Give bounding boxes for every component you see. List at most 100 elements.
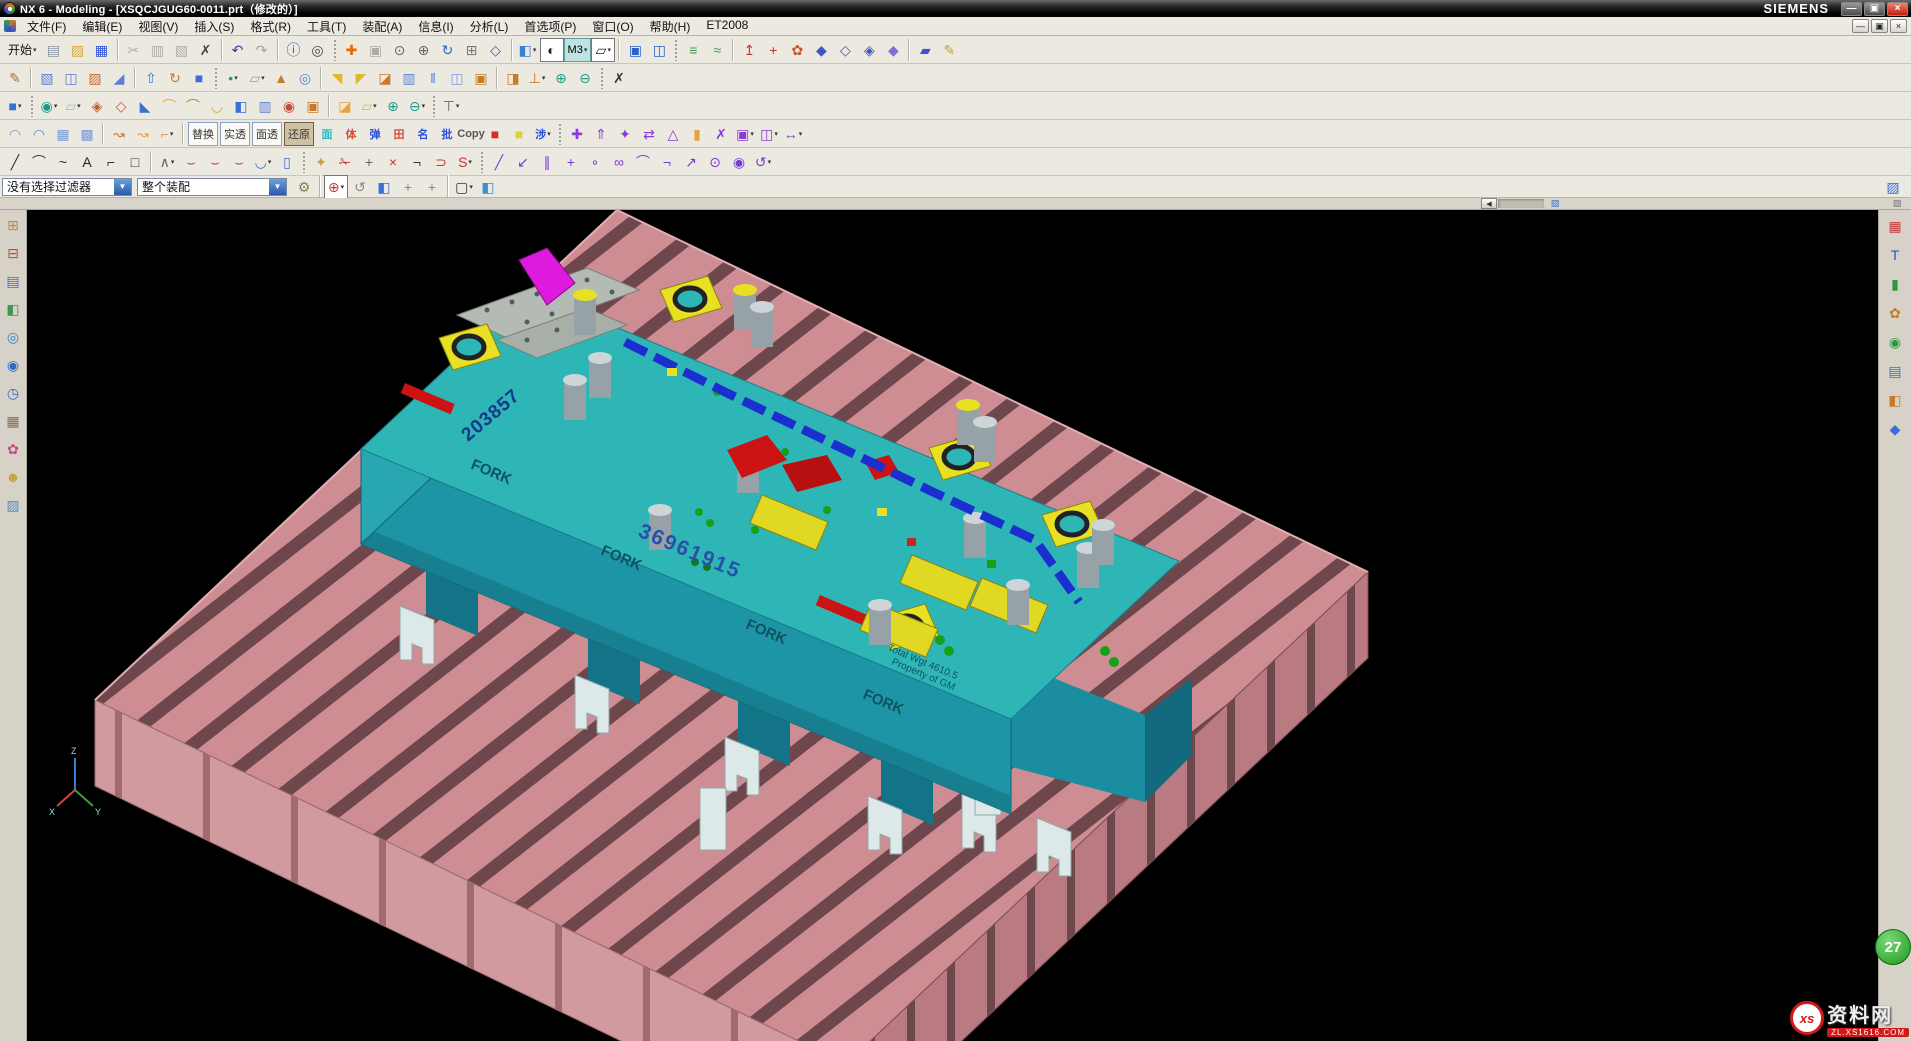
part-navigator-icon[interactable]: ▤ [2, 270, 24, 292]
edit-display-icon[interactable]: ◆ [881, 38, 905, 62]
measure-distance-icon[interactable]: ▰ [913, 38, 937, 62]
section-cube-icon[interactable]: ◫ [445, 66, 469, 90]
rectangle-select-icon[interactable]: ▢▾ [452, 175, 476, 199]
split-body-icon[interactable]: ⊥▾ [525, 66, 549, 90]
pan-view-icon[interactable]: ⊞ [460, 38, 484, 62]
snap-target-icon[interactable]: + [396, 175, 420, 199]
subtract2-icon-dropdown[interactable]: ▾ [422, 102, 426, 110]
name-char-icon[interactable]: 名 [411, 122, 435, 146]
open-file-icon[interactable]: ▨ [66, 38, 90, 62]
datum-plane-icon-dropdown[interactable]: ▾ [261, 74, 265, 82]
step-surface-icon-dropdown[interactable]: ▾ [170, 130, 174, 138]
polyline-icon-dropdown[interactable]: ▾ [171, 158, 175, 166]
face-curve-icon[interactable]: ◡▾ [251, 150, 275, 174]
menu-edit[interactable]: 编辑(E) [74, 17, 130, 36]
annotation-pencil-icon[interactable]: ✎ [937, 38, 961, 62]
sketch-circle-arrow-icon[interactable]: ↺▾ [751, 150, 775, 174]
fillet2-icon[interactable]: ⌣ [203, 150, 227, 174]
selection-filter-combo[interactable]: 没有选择过滤器 ▼ [2, 178, 132, 196]
hole-series-icon[interactable]: ▥ [253, 94, 277, 118]
roles-icon[interactable]: ☻ [2, 466, 24, 488]
unite2-icon[interactable]: ⊕ [381, 94, 405, 118]
selection-scope-combo[interactable]: 整个装配 ▼ [137, 178, 287, 196]
split-body-icon-dropdown[interactable]: ▾ [542, 74, 546, 82]
paste-icon[interactable]: ▧ [170, 38, 194, 62]
boolean-unite-icon-dropdown[interactable]: ▾ [54, 102, 58, 110]
datum-axis-icon[interactable]: ↥ [737, 38, 761, 62]
body-char-icon[interactable]: 体 [339, 122, 363, 146]
blade-right-icon[interactable]: ◤ [349, 66, 373, 90]
subtract2-icon[interactable]: ⊖▾ [405, 94, 429, 118]
interference-icon[interactable]: △ [661, 122, 685, 146]
orbit-select-icon[interactable]: ↺ [348, 175, 372, 199]
flip-arc-icon[interactable]: ⊃ [429, 150, 453, 174]
yellow-cube-icon[interactable]: ■ [507, 122, 531, 146]
blade-left-icon[interactable]: ◥ [325, 66, 349, 90]
boss-icon[interactable]: ◉ [277, 94, 301, 118]
sketch-line-icon[interactable]: ╱ [487, 150, 511, 174]
wade-char-icon[interactable]: 涉▾ [531, 122, 555, 146]
sketch-cross-icon[interactable]: + [559, 150, 583, 174]
plot-grid-icon[interactable]: ▨ [1548, 198, 1562, 209]
clearance-cylinder-icon[interactable]: ▮ [685, 122, 709, 146]
text-icon[interactable]: A [75, 150, 99, 174]
wedge-icon[interactable]: ◢ [107, 66, 131, 90]
zoom-in-out-icon[interactable]: ⊕ [412, 38, 436, 62]
menu-et2008[interactable]: ET2008 [698, 17, 756, 36]
pattern-component-icon[interactable]: ▣▾ [733, 122, 757, 146]
child-close-button[interactable]: × [1890, 19, 1907, 33]
chamfer-icon[interactable]: ◪ [373, 66, 397, 90]
delete-icon[interactable]: ✗ [194, 38, 218, 62]
reorder-component-icon[interactable]: ⇄ [637, 122, 661, 146]
assembly-dim-icon[interactable]: ↔▾ [781, 122, 805, 146]
divide-curve-icon[interactable]: + [357, 150, 381, 174]
fillet3-icon[interactable]: ⌣ [227, 150, 251, 174]
feature-cube-icon-dropdown[interactable]: ▾ [18, 102, 22, 110]
line-icon[interactable]: ╱ [3, 150, 27, 174]
edit-parameters-icon[interactable]: ✦ [309, 150, 333, 174]
red-cube-icon[interactable]: ■ [483, 122, 507, 146]
fit-view-icon[interactable]: ✚ [340, 38, 364, 62]
window-restore-button[interactable]: ▣ [1864, 2, 1885, 16]
system-materials-icon[interactable]: ▦ [2, 410, 24, 432]
cylinder-curve-icon[interactable]: ▯ [275, 150, 299, 174]
grid-cross-icon[interactable]: 田 [387, 122, 411, 146]
window-close-button[interactable]: × [1887, 2, 1908, 16]
general-selection-gears-icon[interactable]: ⚙ [292, 175, 316, 199]
block-icon[interactable]: ▧ [35, 66, 59, 90]
child-restore-button[interactable]: ▣ [1871, 19, 1888, 33]
history-icon[interactable]: ◷ [2, 382, 24, 404]
polyline-icon[interactable]: ∧▾ [155, 150, 179, 174]
corner-icon[interactable]: ¬ [405, 150, 429, 174]
menu-help[interactable]: 帮助(H) [642, 17, 699, 36]
spline-icon[interactable]: ~ [51, 150, 75, 174]
layer-settings-icon[interactable]: ≡ [681, 38, 705, 62]
offset-curve-icon-dropdown[interactable]: ▾ [468, 158, 472, 166]
trim-body-icon[interactable]: ◨ [501, 66, 525, 90]
feature-cube-icon[interactable]: ■▾ [3, 94, 27, 118]
save-icon[interactable]: ▦ [90, 38, 114, 62]
sketch-vector-icon[interactable]: ↙ [511, 150, 535, 174]
menu-tools[interactable]: 工具(T) [299, 17, 354, 36]
hole-cube-icon[interactable]: ▣ [469, 66, 493, 90]
flange-icon[interactable]: ◪ [333, 94, 357, 118]
tube-icon[interactable]: ◎ [293, 66, 317, 90]
sketch-plane-icon[interactable]: ▱▾ [61, 94, 85, 118]
rectangle-select-icon-dropdown[interactable]: ▾ [469, 183, 473, 191]
spring-char-icon[interactable]: 弹 [363, 122, 387, 146]
zoom-icon[interactable]: ⊙ [388, 38, 412, 62]
show-icon[interactable]: ◈ [857, 38, 881, 62]
datum-csys2-icon[interactable]: ◇ [109, 94, 133, 118]
hd3d-tools-icon[interactable]: ◎ [2, 326, 24, 348]
through-curves-icon[interactable]: ◠ [27, 122, 51, 146]
window-new-icon[interactable]: ◫ [647, 38, 671, 62]
menu-information[interactable]: 信息(I) [410, 17, 461, 36]
new-file-icon[interactable]: ▤ [42, 38, 66, 62]
window-minimize-button[interactable]: — [1841, 2, 1862, 16]
plate-icon[interactable]: ▱▾ [357, 94, 381, 118]
bend-cube-icon[interactable]: ◧ [229, 94, 253, 118]
contour-flange-icon[interactable]: ⌒ [181, 94, 205, 118]
swoop-icon[interactable]: ↝ [107, 122, 131, 146]
sketch-circles-icon[interactable]: ∞ [607, 150, 631, 174]
swept-surface-icon[interactable]: ▩ [75, 122, 99, 146]
